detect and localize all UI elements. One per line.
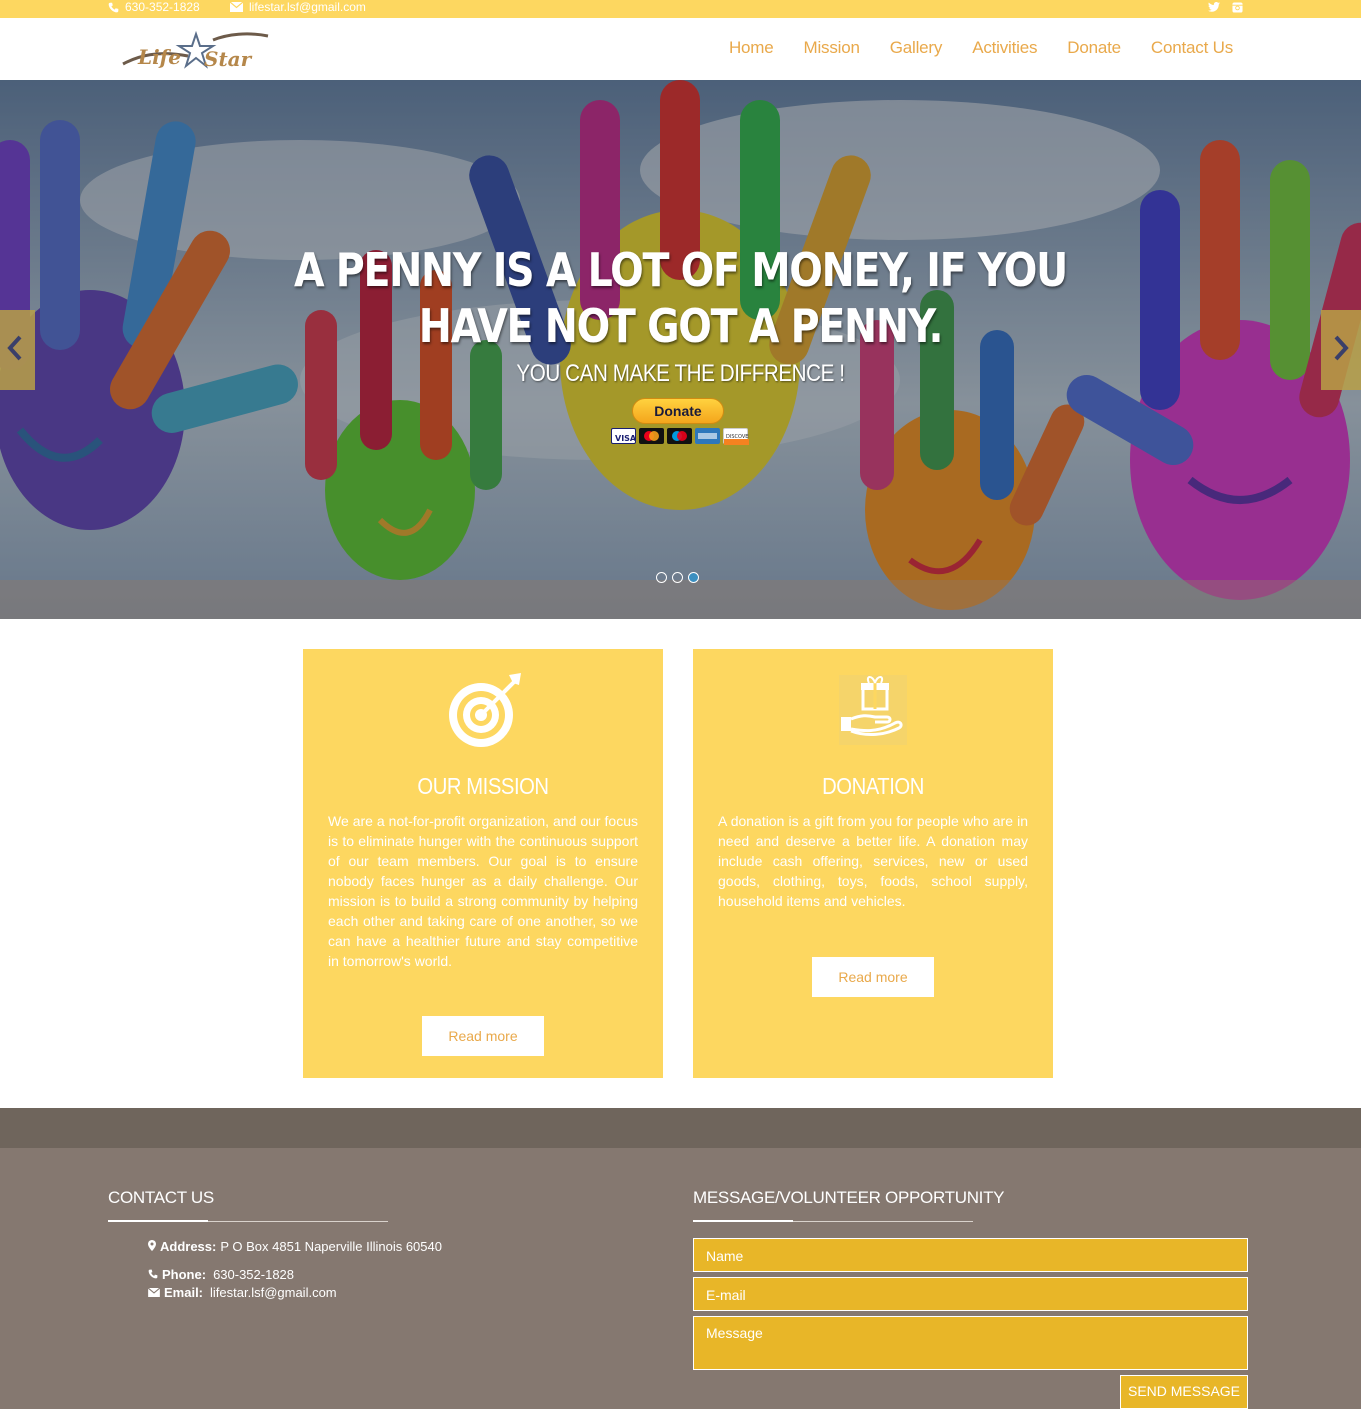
topbar-phone-text[interactable]: 630-352-1828 <box>125 0 200 14</box>
chevron-right-icon <box>1332 334 1350 367</box>
send-message-button[interactable]: SEND MESSAGE <box>1120 1375 1248 1409</box>
email-field[interactable]: E-mail <box>693 1277 1248 1311</box>
phone-label: Phone: <box>162 1267 207 1282</box>
target-icon <box>303 671 663 751</box>
site-footer: CONTACT US Address: P O Box 4851 Napervi… <box>0 1148 1361 1409</box>
footer-divider-band <box>0 1108 1361 1148</box>
paypal-donate-button[interactable]: Donate <box>632 398 724 424</box>
message-heading: MESSAGE/VOLUNTEER OPPORTUNITY <box>693 1188 1005 1207</box>
discover-card-icon: DISCOVER <box>723 428 752 445</box>
contact-address: Address: P O Box 4851 Naperville Illinoi… <box>148 1239 442 1254</box>
name-placeholder: Name <box>706 1248 744 1264</box>
name-field[interactable]: Name <box>693 1238 1248 1272</box>
site-header: Life Star Home Mission Gallery Activitie… <box>0 18 1361 80</box>
slider-dot-3[interactable] <box>688 572 699 583</box>
maestro-card-icon <box>667 428 692 444</box>
hero-subtitle: YOU CAN MAKE THE DIFFRENCE ! <box>516 360 845 387</box>
slider-dots <box>656 572 699 583</box>
amex-card-icon <box>695 428 720 444</box>
message-heading-underline <box>693 1220 973 1222</box>
social-links <box>1208 0 1243 14</box>
hero-slider: A PENNY IS A LOT OF MONEY, IF YOU HAVE N… <box>0 80 1361 619</box>
address-value: P O Box 4851 Naperville Illinois 60540 <box>220 1239 442 1254</box>
donation-card: DONATION A donation is a gift from you f… <box>693 649 1053 1078</box>
nav-donate[interactable]: Donate <box>1067 38 1121 58</box>
chevron-left-icon <box>6 334 24 367</box>
nav-home[interactable]: Home <box>729 38 774 58</box>
message-field[interactable]: Message <box>693 1316 1248 1370</box>
email-placeholder: E-mail <box>706 1287 746 1303</box>
slider-prev-button[interactable] <box>0 310 35 390</box>
svg-text:Life: Life <box>137 45 181 69</box>
mission-read-more-button[interactable]: Read more <box>422 1016 544 1056</box>
twitter-icon[interactable] <box>1208 2 1220 12</box>
phone-icon <box>148 1267 158 1282</box>
hero-title-line1: A PENNY IS A LOT OF MONEY, IF YOU <box>293 243 1068 297</box>
donation-read-more-button[interactable]: Read more <box>812 957 934 997</box>
topbar-email: lifestar.lsf@gmail.com <box>230 0 366 14</box>
contact-heading-underline <box>108 1220 388 1222</box>
contact-phone: Phone: 630-352-1828 <box>148 1267 294 1282</box>
email-value[interactable]: lifestar.lsf@gmail.com <box>210 1285 337 1300</box>
email-label: Email: <box>164 1285 204 1300</box>
svg-text:Star: Star <box>204 47 253 71</box>
payment-cards: VISA DISCOVER <box>611 428 752 445</box>
donation-text: A donation is a gift from you for people… <box>718 813 1028 909</box>
mission-text: We are a not-for-profit organization, an… <box>328 813 638 969</box>
envelope-icon <box>147 1285 161 1300</box>
slider-dot-1[interactable] <box>656 572 667 583</box>
envelope-icon <box>230 2 243 12</box>
top-bar: 630-352-1828 lifestar.lsf@gmail.com <box>0 0 1361 18</box>
topbar-phone: 630-352-1828 <box>108 0 200 14</box>
phone-icon <box>108 2 119 13</box>
gift-hand-icon <box>693 671 1053 747</box>
address-label: Address: <box>160 1239 217 1254</box>
svg-text:VISA: VISA <box>615 434 637 443</box>
slider-next-button[interactable] <box>1321 310 1361 390</box>
map-marker-icon <box>148 1239 156 1254</box>
mastercard-icon <box>639 428 664 444</box>
donation-title: DONATION <box>822 773 924 799</box>
mission-card: OUR MISSION We are a not-for-profit orga… <box>303 649 663 1078</box>
topbar-email-text[interactable]: lifestar.lsf@gmail.com <box>249 0 366 14</box>
site-logo[interactable]: Life Star <box>118 28 273 74</box>
main-nav: Home Mission Gallery Activities Donate C… <box>729 38 1233 58</box>
nav-gallery[interactable]: Gallery <box>890 38 943 58</box>
hero-title: A PENNY IS A LOT OF MONEY, IF YOU HAVE N… <box>95 242 1265 354</box>
slider-dot-2[interactable] <box>672 572 683 583</box>
nav-contact-us[interactable]: Contact Us <box>1151 38 1233 58</box>
contact-heading: CONTACT US <box>108 1188 214 1207</box>
nav-mission[interactable]: Mission <box>804 38 860 58</box>
hero-title-line2: HAVE NOT GOT A PENNY. <box>418 299 944 353</box>
instagram-icon[interactable] <box>1232 1 1243 13</box>
message-placeholder: Message <box>706 1325 763 1341</box>
contact-email: Email: lifestar.lsf@gmail.com <box>147 1285 337 1300</box>
phone-value: 630-352-1828 <box>213 1267 295 1282</box>
mission-title: OUR MISSION <box>417 773 549 799</box>
visa-card-icon: VISA <box>611 428 637 444</box>
svg-text:DISCOVER: DISCOVER <box>726 434 749 440</box>
nav-activities[interactable]: Activities <box>972 38 1037 58</box>
